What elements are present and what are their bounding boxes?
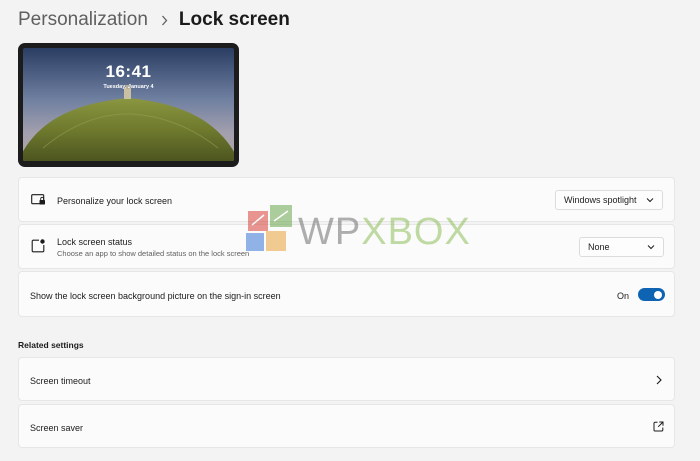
lock-screen-status-title: Lock screen status (57, 237, 133, 247)
toggle-knob (654, 290, 662, 299)
sign-in-background-title: Show the lock screen background picture … (30, 291, 281, 301)
personalize-lock-screen-card: Personalize your lock screen Windows spo… (18, 177, 675, 222)
chevron-down-icon (646, 197, 654, 203)
lock-screen-status-dropdown[interactable]: None (579, 237, 664, 257)
screen-timeout-label: Screen timeout (30, 376, 91, 386)
breadcrumb: Personalization Lock screen (18, 7, 290, 33)
preview-date: Tuesday, January 4 (103, 84, 154, 90)
screen-timeout-link[interactable]: Screen timeout (18, 357, 675, 401)
screen-saver-label: Screen saver (30, 423, 84, 433)
lock-screen-status-description: Choose an app to show detailed status on… (57, 249, 250, 258)
breadcrumb-parent[interactable]: Personalization (18, 9, 148, 31)
lock-screen-background-value: Windows spotlight (564, 195, 637, 205)
lock-screen-status-card: Lock screen status Choose an app to show… (18, 224, 675, 269)
sign-in-background-card: Show the lock screen background picture … (18, 271, 675, 317)
lock-screen-status-value: None (588, 242, 610, 252)
sign-in-background-toggle[interactable] (638, 288, 665, 301)
status-badge-icon (31, 239, 45, 253)
lock-screen-preview: 16:41 Tuesday, January 4 (18, 43, 239, 167)
lock-screen-monitor-icon (31, 194, 46, 206)
sign-in-background-toggle-label: On (617, 291, 630, 301)
breadcrumb-chevron-icon (161, 15, 168, 26)
page-title: Lock screen (178, 9, 290, 30)
screen-saver-link[interactable]: Screen saver (18, 404, 675, 448)
chevron-down-icon (647, 244, 655, 250)
personalize-lock-screen-title: Personalize your lock screen (57, 196, 173, 206)
preview-time: 16:41 (105, 62, 152, 81)
chevron-right-icon (656, 375, 662, 385)
open-external-icon (653, 421, 664, 432)
related-settings-heading: Related settings (18, 340, 84, 350)
lock-screen-background-dropdown[interactable]: Windows spotlight (555, 190, 663, 210)
